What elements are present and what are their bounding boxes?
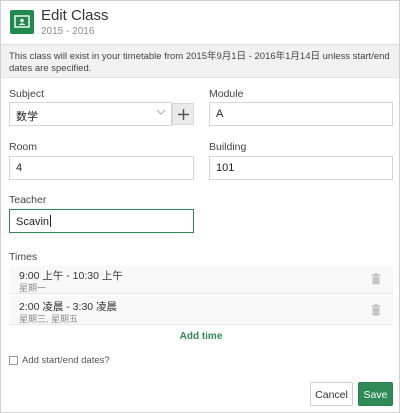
subject-select[interactable]: 数学: [9, 102, 172, 126]
timetable-notice: This class will exist in your timetable …: [1, 44, 399, 78]
room-input[interactable]: 4: [9, 156, 194, 180]
subject-value: 数学: [16, 111, 38, 123]
teacher-value: Scavin: [16, 216, 50, 228]
start-end-dates-checkbox[interactable]: [9, 356, 18, 365]
subject-label: Subject: [9, 88, 45, 100]
text-cursor: [50, 215, 52, 227]
plus-icon: [178, 109, 189, 120]
time-days: 星期三, 星期五: [19, 314, 79, 324]
start-end-dates-label[interactable]: Add start/end dates?: [22, 355, 110, 366]
building-label: Building: [209, 141, 247, 153]
time-item[interactable]: 2:00 凌晨 - 3:30 凌晨 星期三, 星期五: [9, 296, 393, 325]
dialog-header: Edit Class 2015 - 2016: [1, 1, 399, 43]
chevron-down-icon[interactable]: [156, 107, 166, 117]
times-label: Times: [9, 251, 38, 263]
school-year: 2015 - 2016: [41, 26, 95, 37]
times-list: 9:00 上午 - 10:30 上午 星期一 2:00 凌晨 - 3:30 凌晨…: [9, 265, 393, 325]
save-button[interactable]: Save: [358, 382, 393, 406]
room-label: Room: [9, 141, 38, 153]
room-value: 4: [16, 162, 23, 174]
module-label: Module: [209, 88, 244, 100]
teacher-label: Teacher: [9, 194, 47, 206]
add-subject-button[interactable]: [172, 103, 194, 125]
module-value: A: [216, 108, 224, 120]
edit-class-dialog: Edit Class 2015 - 2016 This class will e…: [0, 0, 400, 413]
trash-icon[interactable]: [371, 273, 381, 285]
cancel-button[interactable]: Cancel: [310, 382, 353, 406]
trash-icon[interactable]: [371, 304, 381, 316]
module-input[interactable]: A: [209, 102, 393, 126]
dialog-title: Edit Class: [41, 7, 109, 24]
building-value: 101: [216, 162, 235, 174]
add-time-link[interactable]: Add time: [1, 331, 400, 342]
building-input[interactable]: 101: [209, 156, 393, 180]
classroom-icon: [10, 10, 34, 34]
teacher-input[interactable]: Scavin: [9, 209, 194, 233]
time-item[interactable]: 9:00 上午 - 10:30 上午 星期一: [9, 265, 393, 294]
time-days: 星期一: [19, 283, 47, 293]
